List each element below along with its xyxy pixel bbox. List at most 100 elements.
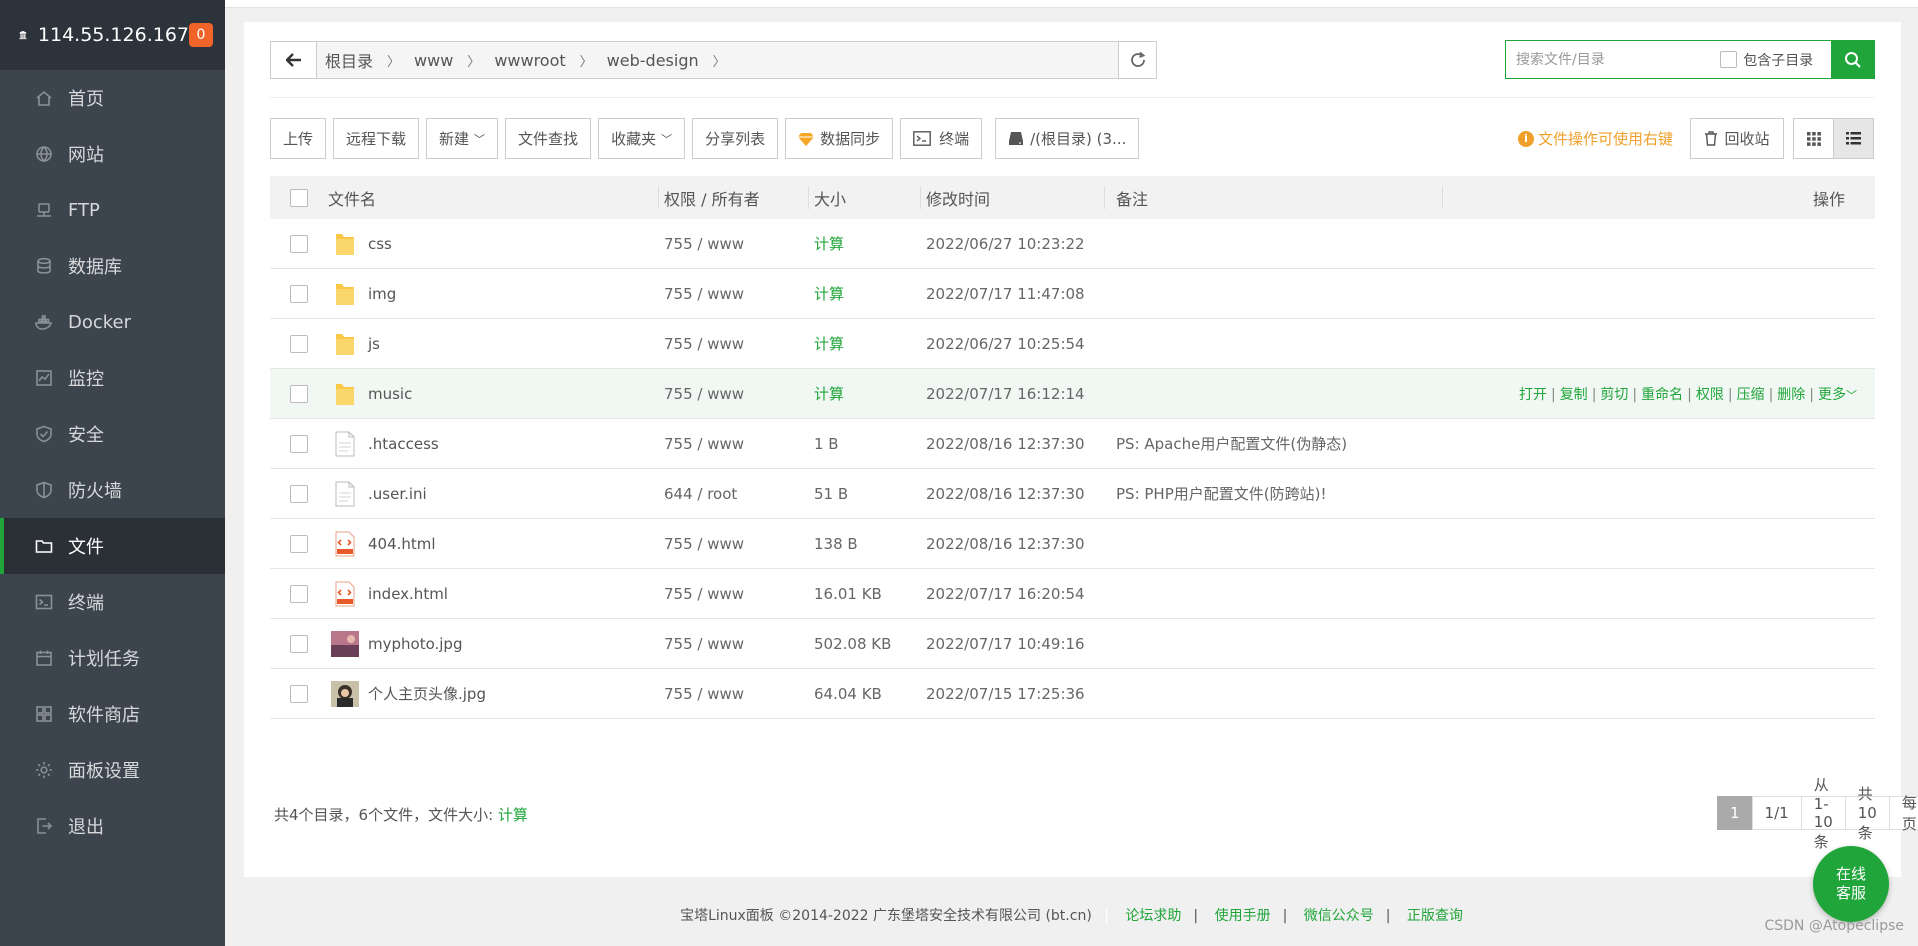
file-find-button[interactable]: 文件查找	[505, 118, 592, 159]
row-checkbox[interactable]	[290, 634, 308, 653]
row-action-3[interactable]: 重命名	[1641, 387, 1683, 403]
sidebar-item-10[interactable]: 计划任务	[0, 630, 225, 686]
sidebar-item-3[interactable]: 数据库	[0, 238, 225, 294]
page-current[interactable]: 1	[1717, 796, 1753, 830]
file-perm[interactable]: 755 / www	[664, 385, 814, 403]
sidebar-item-6[interactable]: 安全	[0, 406, 225, 462]
row-action-0[interactable]: 打开	[1519, 387, 1547, 403]
row-action-2[interactable]: 剪切	[1600, 387, 1628, 403]
sidebar-item-12[interactable]: 面板设置	[0, 742, 225, 798]
row-checkbox[interactable]	[290, 334, 308, 353]
table-row[interactable]: css 755 / www 计算 2022/06/27 10:23:22	[270, 219, 1875, 269]
recycle-bin-button[interactable]: 回收站	[1690, 118, 1784, 159]
include-subdir-option[interactable]: 包含子目录	[1720, 50, 1831, 70]
row-action-5[interactable]: 压缩	[1737, 387, 1765, 403]
list-view-button[interactable]	[1833, 118, 1874, 159]
breadcrumb-www[interactable]: www	[414, 51, 453, 70]
file-name[interactable]: index.html	[368, 585, 448, 603]
table-row[interactable]: .user.ini 644 / root 51 B 2022/08/16 12:37:…	[270, 469, 1875, 519]
sidebar-item-8[interactable]: 文件	[0, 518, 225, 574]
table-row[interactable]: index.html 755 / www 16.01 KB 2022/07/17 16…	[270, 569, 1875, 619]
file-name[interactable]: .htaccess	[368, 435, 439, 453]
table-row[interactable]: myphoto.jpg 755 / www 502.08 KB 2022/07/17 …	[270, 619, 1875, 669]
file-perm[interactable]: 755 / www	[664, 635, 814, 653]
file-size[interactable]: 计算	[814, 283, 926, 304]
file-note[interactable]: PS: PHP用户配置文件(防跨站)!	[1116, 483, 1875, 504]
search-input[interactable]	[1506, 41, 1721, 78]
table-row[interactable]: music 755 / www 计算 2022/07/17 16:12:14 打开 | 复制…	[270, 369, 1875, 419]
breadcrumb-root[interactable]: 根目录	[325, 48, 373, 72]
file-name[interactable]: .user.ini	[368, 485, 427, 503]
favorites-dropdown-button[interactable]: 收藏夹 ﹀	[598, 118, 686, 159]
table-row[interactable]: img 755 / www 计算 2022/07/17 11:47:08	[270, 269, 1875, 319]
file-size[interactable]: 计算	[814, 233, 926, 254]
sidebar-item-7[interactable]: 防火墙	[0, 462, 225, 518]
footer-link-forum[interactable]: 论坛求助	[1125, 908, 1181, 924]
sidebar-item-1[interactable]: 网站	[0, 126, 225, 182]
sidebar-item-11[interactable]: 软件商店	[0, 686, 225, 742]
file-name[interactable]: music	[368, 385, 412, 403]
back-button[interactable]	[271, 42, 317, 78]
new-dropdown-button[interactable]: 新建 ﹀	[426, 118, 499, 159]
breadcrumb-web-design[interactable]: web-design	[607, 51, 699, 70]
file-name[interactable]: css	[368, 235, 392, 253]
row-checkbox[interactable]	[290, 684, 308, 703]
header-name[interactable]: 文件名	[328, 186, 664, 210]
row-checkbox[interactable]	[290, 434, 308, 453]
file-perm[interactable]: 755 / www	[664, 685, 814, 703]
header-perm[interactable]: 权限 / 所有者	[664, 186, 814, 210]
footer-link-manual[interactable]: 使用手册	[1215, 908, 1271, 924]
terminal-button[interactable]: 终端	[900, 118, 983, 159]
refresh-button[interactable]	[1118, 42, 1156, 78]
file-perm[interactable]: 755 / www	[664, 335, 814, 353]
breadcrumb-wwwroot[interactable]: wwwroot	[494, 51, 565, 70]
file-perm[interactable]: 755 / www	[664, 585, 814, 603]
footer-link-wechat[interactable]: 微信公众号	[1304, 908, 1374, 924]
data-sync-button[interactable]: 数据同步	[785, 118, 894, 159]
sidebar-item-9[interactable]: 终端	[0, 574, 225, 630]
sidebar-item-2[interactable]: FTP	[0, 182, 225, 238]
row-checkbox[interactable]	[290, 284, 308, 303]
row-checkbox[interactable]	[290, 484, 308, 503]
file-size[interactable]: 计算	[814, 333, 926, 354]
file-size[interactable]: 计算	[814, 383, 926, 404]
share-list-button[interactable]: 分享列表	[692, 118, 779, 159]
grid-view-button[interactable]	[1793, 118, 1834, 159]
sidebar-item-5[interactable]: 监控	[0, 350, 225, 406]
file-name[interactable]: js	[368, 335, 380, 353]
search-button[interactable]	[1831, 40, 1876, 79]
sidebar-item-0[interactable]: 首页	[0, 70, 225, 126]
file-note[interactable]: PS: Apache用户配置文件(伪静态)	[1116, 433, 1875, 454]
row-action-6[interactable]: 删除	[1777, 387, 1805, 403]
table-row[interactable]: .htaccess 755 / www 1 B 2022/08/16 12:37:30…	[270, 419, 1875, 469]
online-support-button[interactable]: 在线 客服	[1813, 846, 1889, 922]
file-perm[interactable]: 755 / www	[664, 535, 814, 553]
footer-link-license[interactable]: 正版查询	[1407, 908, 1463, 924]
sidebar-item-13[interactable]: 退出	[0, 798, 225, 854]
notification-badge[interactable]: 0	[189, 23, 213, 47]
file-name[interactable]: 个人主页头像.jpg	[368, 683, 486, 704]
row-checkbox[interactable]	[290, 534, 308, 553]
remote-download-button[interactable]: 远程下载	[333, 118, 420, 159]
file-name[interactable]: img	[368, 285, 396, 303]
file-perm[interactable]: 755 / www	[664, 285, 814, 303]
file-perm[interactable]: 755 / www	[664, 435, 814, 453]
table-row[interactable]: 个人主页头像.jpg 755 / www 64.04 KB 2022/07/15 17…	[270, 669, 1875, 719]
file-name[interactable]: 404.html	[368, 535, 436, 553]
row-checkbox[interactable]	[290, 584, 308, 603]
disk-select-button[interactable]: /(根目录) (3...	[995, 118, 1140, 159]
row-checkbox[interactable]	[290, 384, 308, 403]
include-subdir-checkbox[interactable]	[1720, 51, 1738, 68]
row-checkbox[interactable]	[290, 234, 308, 253]
file-perm[interactable]: 644 / root	[664, 485, 814, 503]
header-time[interactable]: 修改时间	[926, 186, 1116, 210]
upload-button[interactable]: 上传	[270, 118, 327, 159]
header-size[interactable]: 大小	[814, 186, 926, 210]
row-action-1[interactable]: 复制	[1560, 387, 1588, 403]
sidebar-item-4[interactable]: Docker	[0, 294, 225, 350]
table-row[interactable]: js 755 / www 计算 2022/06/27 10:25:54	[270, 319, 1875, 369]
file-perm[interactable]: 755 / www	[664, 235, 814, 253]
table-row[interactable]: 404.html 755 / www 138 B 2022/08/16 12:37:3…	[270, 519, 1875, 569]
file-name[interactable]: myphoto.jpg	[368, 635, 462, 653]
select-all-checkbox[interactable]	[290, 188, 308, 207]
